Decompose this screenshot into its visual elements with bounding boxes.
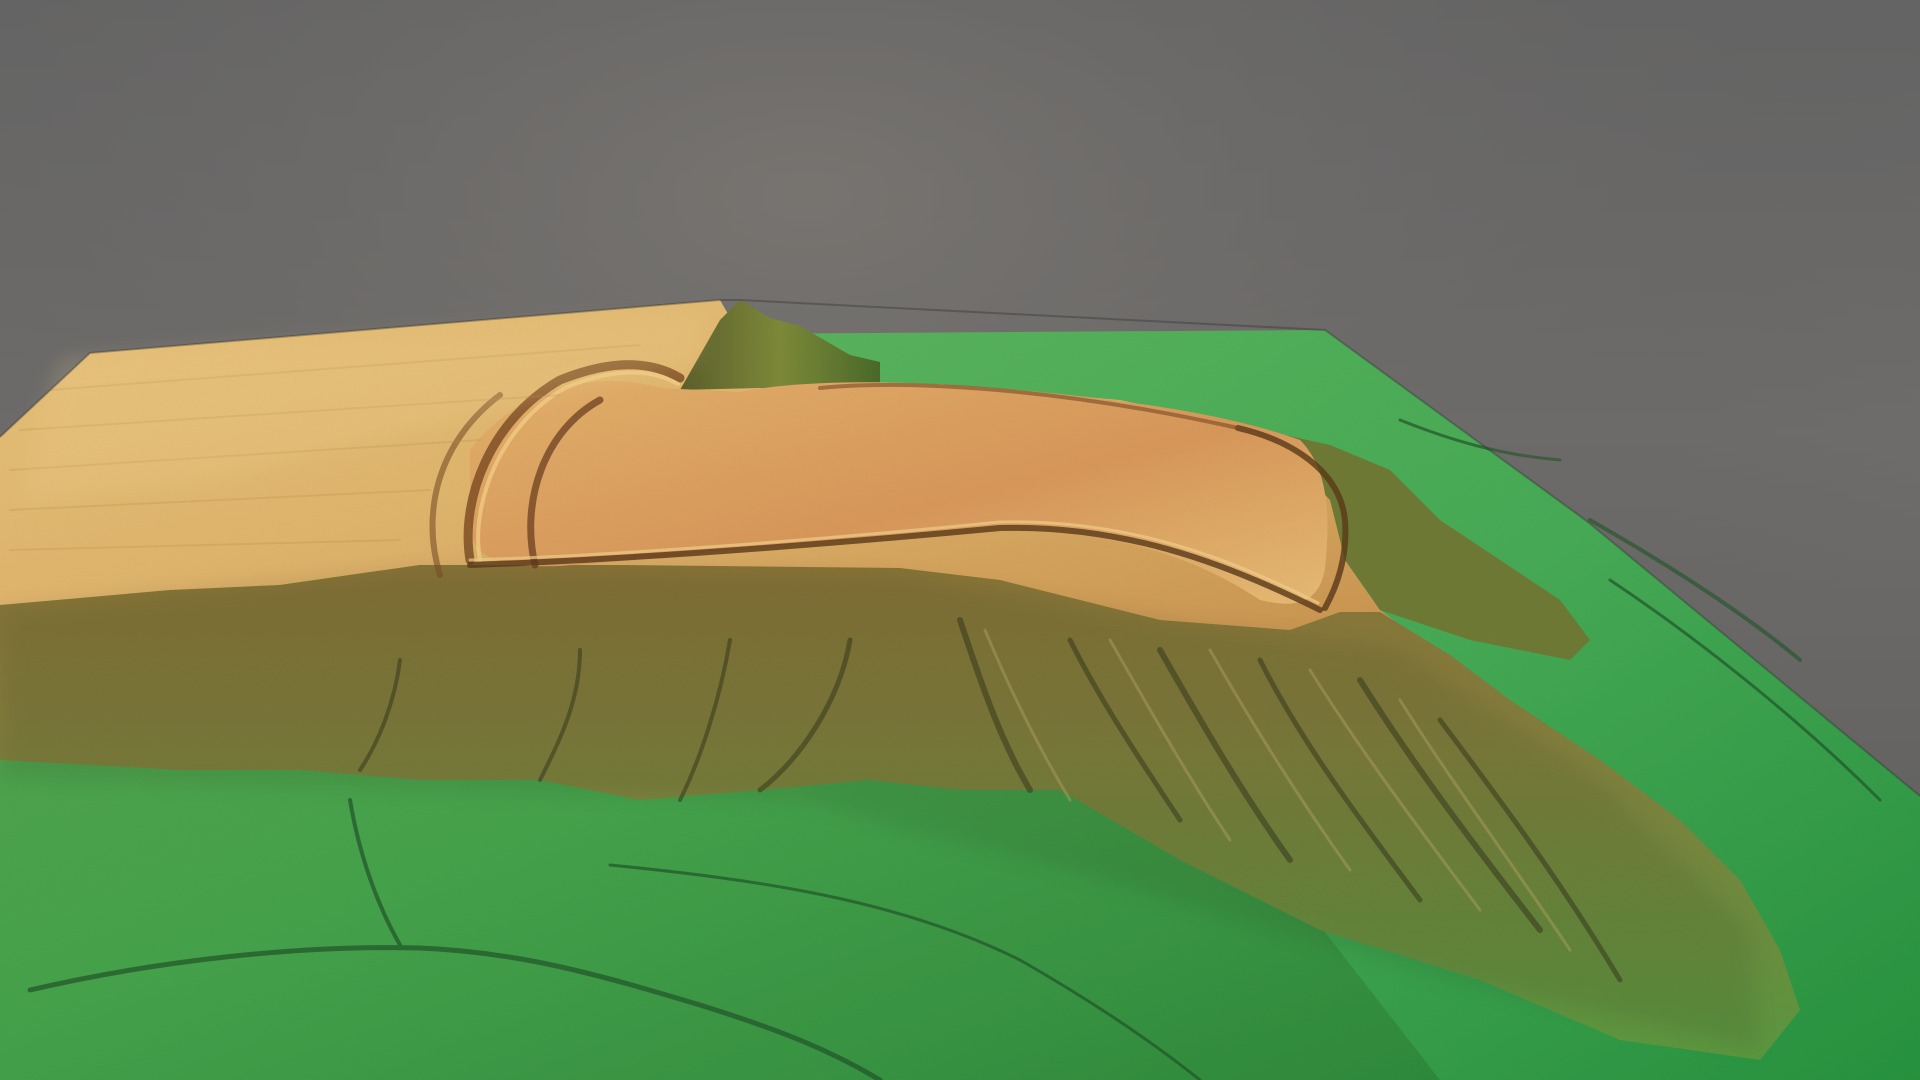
terrain-viewport[interactable]	[0, 0, 1920, 1080]
terrain-scene	[0, 0, 1920, 1080]
